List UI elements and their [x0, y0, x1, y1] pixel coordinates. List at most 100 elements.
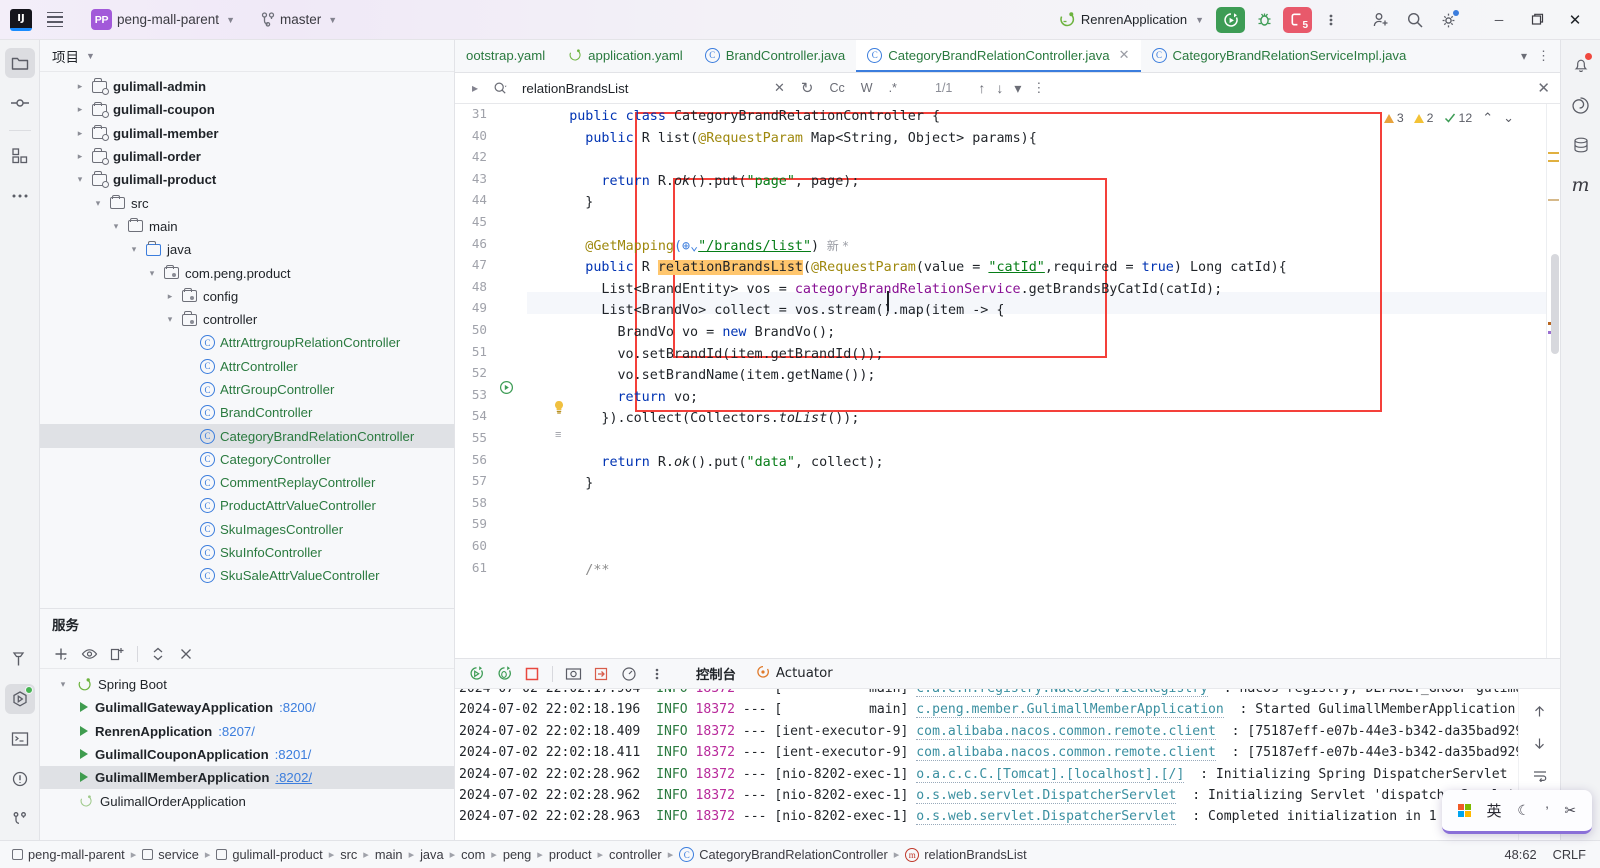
services-tool-icon[interactable] — [4, 684, 35, 714]
find-next-button[interactable]: ↓ — [992, 78, 1007, 98]
tree-expander[interactable]: ▸ — [73, 104, 87, 115]
code-line[interactable]: } — [585, 473, 593, 495]
code-line[interactable]: vo.setBrandName(item.getName()); — [618, 365, 876, 387]
service-node[interactable]: ▾ Spring Boot — [40, 673, 454, 696]
code-with-me-button[interactable] — [1366, 6, 1396, 34]
export-icon[interactable] — [588, 662, 614, 686]
service-port-link[interactable]: :8200/ — [279, 700, 316, 715]
editor-tab[interactable]: C BrandController.java — [694, 40, 857, 72]
moon-icon[interactable]: ☾ — [1517, 802, 1530, 819]
code-editor[interactable]: ≡ 31 40 42 43 44 45 46 47 48 49 50 51 52 53 54 55 56 57 58… — [455, 104, 1560, 658]
breadcrumb-item[interactable]: peng — [499, 847, 535, 862]
service-port-link[interactable]: :8207/ — [218, 724, 255, 739]
match-case-toggle[interactable]: Cc — [825, 79, 848, 97]
tree-node[interactable]: C AttrController — [40, 355, 454, 378]
maven-icon[interactable]: m — [1566, 170, 1596, 200]
minimize-button[interactable]: ─ — [1482, 5, 1516, 35]
code-text[interactable]: public class CategoryBrandRelationContro… — [527, 104, 1546, 658]
run-button[interactable] — [1216, 6, 1245, 33]
expand-collapse-icon[interactable] — [145, 642, 171, 666]
tree-node[interactable]: C SkuSaleAttrValueController — [40, 564, 454, 587]
show-icon[interactable] — [76, 642, 102, 666]
inspect-icon[interactable] — [616, 662, 642, 686]
tool-icon[interactable]: ✂ — [1564, 802, 1576, 819]
service-port-link[interactable]: :8202/ — [275, 770, 312, 785]
tree-expander[interactable]: ▾ — [56, 679, 70, 690]
next-problem-button[interactable]: ⌄ — [1503, 110, 1514, 126]
maximize-button[interactable] — [1520, 5, 1554, 35]
code-line[interactable]: List<BrandVo> collect = vos.stream().map… — [601, 300, 1004, 322]
problems-tool-icon[interactable] — [5, 764, 35, 794]
code-line[interactable]: }).collect(Collectors.toList()); — [601, 408, 859, 430]
editor-tab[interactable]: application.yaml — [556, 40, 694, 72]
rerun-icon[interactable] — [463, 662, 489, 686]
typo-count[interactable]: 12 — [1444, 111, 1472, 125]
editor-tab-close-button[interactable]: ✕ — [1119, 47, 1130, 63]
branch-selector[interactable]: master ▼ — [254, 7, 344, 33]
tree-node[interactable]: ▾ com.peng.product — [40, 261, 454, 284]
version-control-tool-icon[interactable] — [5, 804, 35, 834]
code-line[interactable]: } — [585, 192, 593, 214]
debug-button[interactable] — [1249, 6, 1279, 34]
tree-node[interactable]: C CategoryController — [40, 448, 454, 471]
editor-gutter[interactable]: ≡ 31 40 42 43 44 45 46 47 48 49 50 51 52 53 54 55 56 57 58… — [455, 104, 563, 658]
editor-tab[interactable]: ootstrap.yaml — [455, 40, 556, 72]
find-more-button[interactable]: ⋮ — [1028, 78, 1049, 98]
tree-node[interactable]: C AttrAttrgroupRelationController — [40, 331, 454, 354]
console-tab[interactable]: 控制台 — [686, 659, 746, 689]
add-config-icon[interactable] — [104, 642, 130, 666]
tree-expander[interactable]: ▾ — [127, 244, 141, 255]
stop-button[interactable]: 5 — [1283, 6, 1312, 33]
service-node[interactable]: GulimallCouponApplication:8201/ — [40, 743, 454, 766]
tree-node[interactable]: C BrandController — [40, 401, 454, 424]
build-tool-icon[interactable] — [5, 644, 35, 674]
console-tab-group[interactable]: 控制台 Actuator — [686, 659, 843, 689]
tree-node[interactable]: ▾ gulimall-product — [40, 168, 454, 191]
tree-expander[interactable]: ▾ — [163, 314, 177, 325]
console-tab[interactable]: Actuator — [746, 659, 843, 689]
rerun-debug-icon[interactable] — [491, 662, 517, 686]
tree-expander[interactable]: ▾ — [73, 174, 87, 185]
breadcrumb-item[interactable]: com — [457, 847, 489, 862]
find-close-button[interactable]: ✕ — [1533, 77, 1554, 99]
comma-icon[interactable]: ’ — [1546, 803, 1549, 819]
services-tree[interactable]: ▾ Spring Boot GulimallGatewayApplication:8… — [40, 669, 454, 840]
breadcrumb-item[interactable]: controller — [605, 847, 666, 862]
structure-tool-icon[interactable] — [5, 141, 35, 171]
wrap-around-icon[interactable]: ↻ — [797, 77, 818, 99]
tree-expander[interactable]: ▸ — [73, 151, 87, 162]
tree-node[interactable]: ▸ config — [40, 285, 454, 308]
find-input-group[interactable]: relationBrandsList ✕ ↻ Cc W .* — [487, 75, 907, 101]
console-more-icon[interactable] — [644, 662, 670, 686]
scroll-up-icon[interactable] — [1527, 699, 1553, 723]
nacos-icon[interactable] — [1566, 90, 1596, 120]
tree-node[interactable]: C SkuImagesController — [40, 518, 454, 541]
tree-node[interactable]: C AttrGroupController — [40, 378, 454, 401]
code-line[interactable]: List<BrandEntity> vos = categoryBrandRel… — [601, 279, 1222, 301]
line-separator[interactable]: CRLF — [1553, 847, 1586, 862]
settings-button[interactable] — [1434, 6, 1464, 34]
breadcrumb-item[interactable]: java — [416, 847, 447, 862]
soft-wrap-icon[interactable] — [1527, 763, 1553, 787]
breadcrumb-item[interactable]: peng-mall-parent — [8, 847, 129, 862]
breadcrumb-item[interactable]: main — [371, 847, 407, 862]
code-line[interactable]: public class CategoryBrandRelationContro… — [569, 106, 940, 128]
close-all-icon[interactable] — [173, 642, 199, 666]
notifications-icon[interactable] — [1566, 50, 1596, 80]
code-line[interactable]: /** — [585, 560, 609, 582]
service-port-link[interactable]: :8201/ — [275, 747, 312, 762]
service-node[interactable]: GulimallMemberApplication:8202/ — [40, 766, 454, 790]
run-configuration-selector[interactable]: RenrenApplication ▼ — [1050, 7, 1212, 33]
breadcrumb-item[interactable]: C CategoryBrandRelationController — [675, 847, 892, 862]
prev-problem-button[interactable]: ⌃ — [1482, 110, 1493, 126]
find-expand-button[interactable]: ▸ — [463, 81, 487, 95]
find-prev-button[interactable]: ↑ — [974, 78, 989, 98]
code-line[interactable]: return vo; — [618, 387, 699, 409]
error-stripe-rail[interactable] — [1546, 104, 1560, 658]
scroll-down-icon[interactable] — [1527, 731, 1553, 755]
editor-tab[interactable]: C CategoryBrandRelationServiceImpl.java — [1141, 40, 1418, 72]
tree-node[interactable]: ▾ controller — [40, 308, 454, 331]
commit-tool-icon[interactable] — [5, 88, 35, 118]
find-clear-button[interactable]: ✕ — [770, 78, 789, 98]
service-node[interactable]: RenrenApplication:8207/ — [40, 720, 454, 743]
